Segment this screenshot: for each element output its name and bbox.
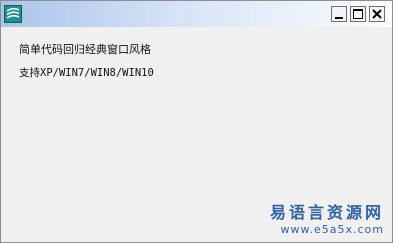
compatibility-label: 支持XP/WIN7/WIN8/WIN10 (19, 67, 154, 79)
minimize-button[interactable] (331, 6, 347, 22)
description-label: 简单代码回归经典窗口风格 (19, 43, 151, 56)
close-icon (372, 9, 382, 19)
app-logo-icon[interactable] (4, 5, 22, 23)
main-window: 简单代码回归经典窗口风格 支持XP/WIN7/WIN8/WIN10 易语言资源网… (0, 0, 393, 243)
watermark-url: www.e5a5x.com (280, 223, 384, 236)
maximize-button[interactable] (350, 6, 366, 22)
watermark-title: 易语言资源网 (269, 203, 384, 222)
maximize-icon (353, 9, 363, 19)
minimize-icon (335, 17, 343, 19)
client-area: 简单代码回归经典窗口风格 支持XP/WIN7/WIN8/WIN10 易语言资源网… (1, 27, 392, 242)
title-bar[interactable] (1, 1, 392, 27)
close-button[interactable] (369, 6, 385, 22)
watermark: 易语言资源网 www.e5a5x.com (270, 203, 384, 237)
